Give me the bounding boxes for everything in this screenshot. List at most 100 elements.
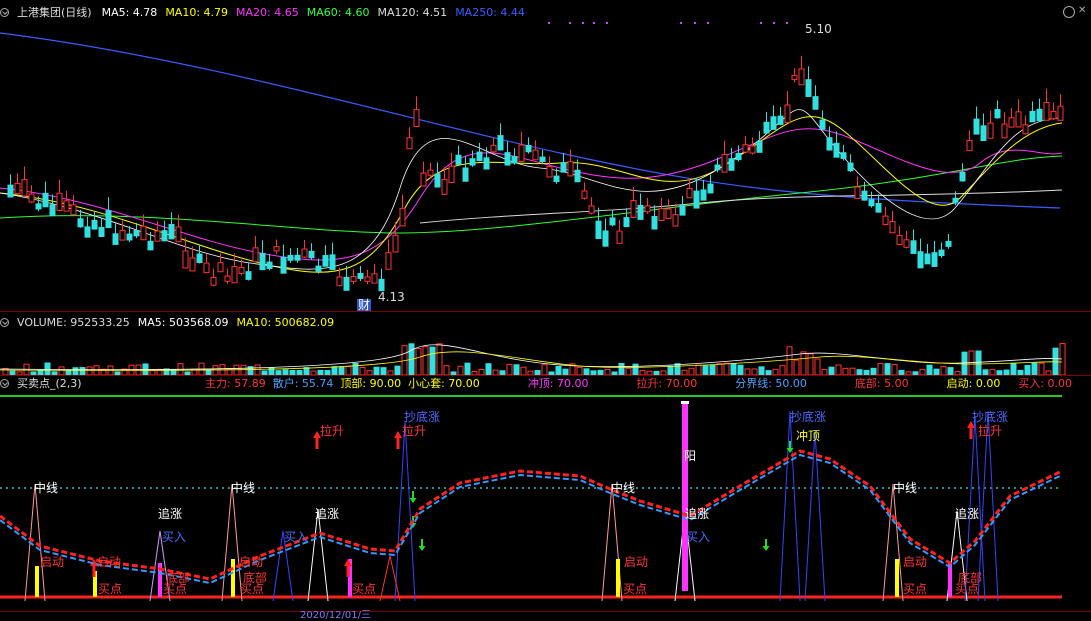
candle-body bbox=[35, 203, 42, 210]
candle-body bbox=[413, 109, 420, 127]
candle-body bbox=[728, 158, 735, 171]
candle-body bbox=[7, 184, 14, 198]
indicator-item: 分界线: 50.00 bbox=[735, 377, 807, 390]
candle-body bbox=[343, 276, 350, 291]
volume-bar bbox=[58, 366, 65, 375]
signal-bar bbox=[948, 563, 952, 597]
candle-body bbox=[931, 252, 938, 267]
signal-spike bbox=[307, 508, 329, 602]
volume-bar bbox=[86, 366, 93, 375]
signal-yang: 阳 bbox=[684, 449, 697, 463]
volume-bar bbox=[695, 364, 702, 375]
candle-body bbox=[840, 152, 847, 159]
candle-body bbox=[714, 164, 721, 171]
volume-bar bbox=[926, 364, 933, 375]
candle-body bbox=[1015, 111, 1022, 128]
candle-body bbox=[301, 248, 308, 258]
indicator-item: 买入: 0.00 bbox=[1018, 377, 1073, 390]
candle-body bbox=[973, 118, 980, 135]
settings-circle-icon[interactable] bbox=[0, 8, 9, 17]
candle-body bbox=[448, 165, 455, 183]
candle-body bbox=[1050, 110, 1057, 120]
candle-body bbox=[945, 240, 952, 247]
candle-body bbox=[791, 74, 798, 80]
volume-bar bbox=[541, 364, 548, 375]
price-chart[interactable] bbox=[0, 18, 1091, 308]
window-control-icon[interactable] bbox=[1063, 6, 1075, 18]
candle-body bbox=[903, 239, 910, 248]
candle-body bbox=[357, 272, 364, 279]
volume-bar bbox=[835, 364, 842, 375]
down-arrow-icon bbox=[762, 539, 770, 551]
candle-body bbox=[1029, 111, 1036, 123]
indicator-item: 启动: 0.00 bbox=[946, 377, 1001, 390]
signal-dot bbox=[593, 22, 595, 24]
candle-body bbox=[245, 271, 252, 280]
volume-bar bbox=[730, 363, 737, 375]
candle-body bbox=[483, 157, 490, 170]
signal-maidian: 买点 bbox=[352, 582, 377, 596]
volume-bar bbox=[702, 365, 709, 375]
candle-body bbox=[651, 215, 658, 230]
volume-bar bbox=[443, 365, 450, 375]
signal-chaodizhang: 抄底涨 bbox=[404, 410, 441, 424]
volume-bar bbox=[618, 362, 625, 375]
volume-ma10-line bbox=[0, 351, 1063, 371]
candle-body bbox=[91, 219, 98, 230]
signal-chongding: 冲顶 bbox=[796, 429, 821, 443]
candle-body bbox=[497, 135, 504, 151]
indicator-item: 冲顶: 70.00 bbox=[527, 377, 589, 390]
candle-body bbox=[28, 193, 35, 203]
window-close-icon[interactable]: ✕ bbox=[1078, 5, 1088, 17]
volume-bar bbox=[394, 365, 401, 375]
signal-indicator-chart[interactable] bbox=[0, 391, 1091, 609]
candle-body bbox=[707, 183, 714, 194]
signal-zhongxian: 中线 bbox=[231, 481, 256, 495]
candle-body bbox=[196, 253, 203, 264]
signal-dot bbox=[569, 22, 571, 24]
candle-body bbox=[672, 214, 679, 227]
volume-bar bbox=[940, 365, 947, 375]
volume-bar bbox=[975, 350, 982, 375]
candle-body bbox=[798, 68, 805, 86]
candle-body bbox=[525, 144, 532, 153]
volume-chart[interactable] bbox=[0, 329, 1091, 375]
candle-body bbox=[581, 190, 588, 199]
signal-dot bbox=[582, 22, 584, 24]
candle-body bbox=[350, 275, 357, 283]
candle-body bbox=[70, 204, 77, 216]
candle-body bbox=[112, 233, 119, 245]
down-arrow-icon bbox=[409, 491, 417, 503]
candle-body bbox=[553, 175, 560, 183]
volume-bar bbox=[947, 367, 954, 375]
volume-bar bbox=[849, 367, 856, 375]
volume-bar bbox=[345, 366, 352, 375]
volume-bar bbox=[1031, 362, 1038, 375]
signal-mairu: 买入 bbox=[284, 530, 309, 544]
volume-bar bbox=[352, 362, 359, 375]
volume-bar bbox=[359, 366, 366, 375]
signal-chaodizhang: 抄底涨 bbox=[972, 410, 1009, 424]
high-price-label: 5.10 bbox=[805, 22, 832, 36]
volume-bar bbox=[842, 367, 849, 375]
settings-circle-icon[interactable] bbox=[0, 318, 9, 327]
signal-zhuizhang: 追涨 bbox=[158, 507, 183, 521]
signal-bar bbox=[616, 559, 620, 597]
ma10-line bbox=[0, 116, 1063, 273]
signal-lashen: 拉升 bbox=[320, 424, 345, 438]
candle-body bbox=[371, 273, 378, 284]
volume-bar bbox=[723, 362, 730, 375]
candle-body bbox=[217, 262, 224, 273]
candle-body bbox=[476, 151, 483, 161]
settings-circle-icon[interactable] bbox=[0, 379, 9, 388]
volume-bar bbox=[520, 366, 527, 375]
candle-body bbox=[147, 240, 154, 251]
volume-bar bbox=[1038, 362, 1045, 375]
volume-ma5-line bbox=[0, 344, 1063, 371]
volume-bar bbox=[828, 366, 835, 375]
signal-qidong: 启动 bbox=[239, 555, 264, 569]
candle-body bbox=[490, 144, 497, 153]
signal-dot bbox=[786, 22, 788, 24]
candle-body bbox=[1043, 102, 1050, 121]
volume-bar bbox=[506, 363, 513, 375]
